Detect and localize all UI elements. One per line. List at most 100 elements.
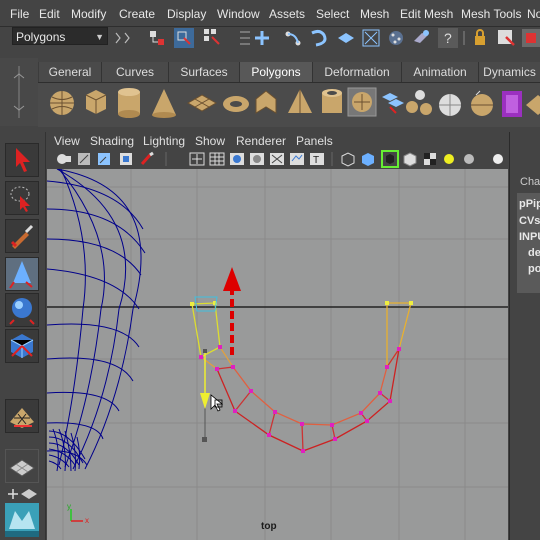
lasso-icon <box>240 31 250 45</box>
lasso-icon <box>10 186 30 212</box>
poly-tool-icon <box>10 408 34 428</box>
move-tool-button[interactable] <box>5 257 39 291</box>
menu-create[interactable]: Create <box>119 7 155 21</box>
menu-select[interactable]: Select <box>316 7 349 21</box>
shelf-tab-dynamics[interactable]: Dynamics <box>479 62 540 82</box>
xray-icon[interactable] <box>362 153 374 166</box>
sphere-wireframe[interactable] <box>47 169 146 470</box>
poly-helix-icon[interactable] <box>347 87 377 117</box>
textured-icon[interactable] <box>270 153 284 165</box>
poly-platonic-icon[interactable] <box>406 90 432 115</box>
poly-sphere-icon[interactable] <box>50 91 74 115</box>
screen-space-ao-icon[interactable] <box>464 154 474 164</box>
xray-joints-icon[interactable] <box>381 150 399 168</box>
shelf-tab-animation[interactable]: Animation <box>402 62 479 82</box>
layout-icon <box>9 459 35 477</box>
panel-menubar: View Shading Lighting Show Renderer Pane… <box>46 132 508 150</box>
poly-pyramid-icon[interactable] <box>288 89 312 113</box>
channel-box-node-name[interactable]: pPip <box>519 198 540 210</box>
shelf-tab-surfaces[interactable]: Surfaces <box>169 62 240 82</box>
wireframe-on-shaded-icon[interactable] <box>250 153 264 165</box>
wireframe-shading-icon[interactable] <box>189 152 205 166</box>
scale-tool-button[interactable] <box>5 329 39 363</box>
shadows-light-icon[interactable] <box>444 154 454 164</box>
shelf-tab-general[interactable]: General <box>39 62 102 82</box>
last-tool-button[interactable] <box>5 399 39 433</box>
sphere-pole-dense <box>48 428 86 472</box>
poly-cylinder-icon[interactable] <box>118 88 140 118</box>
channel-box-header[interactable]: Cha <box>520 176 540 188</box>
panel-menu-renderer[interactable]: Renderer <box>236 134 286 148</box>
channel-box-input-2[interactable]: po <box>528 263 540 275</box>
paint-select-tool-button[interactable] <box>5 219 39 253</box>
poly-super-shape-icon[interactable] <box>471 90 493 116</box>
menu-assets[interactable]: Assets <box>269 7 305 21</box>
use-lights-icon[interactable] <box>290 153 304 165</box>
bookmarks-icon[interactable] <box>98 153 110 165</box>
menu-window[interactable]: Window <box>217 7 260 21</box>
hud-text-icon[interactable]: T <box>310 153 324 166</box>
poly-prism-icon[interactable] <box>255 90 277 114</box>
poly-torus-icon[interactable] <box>223 96 249 112</box>
depth-of-field-icon[interactable] <box>493 154 503 164</box>
poly-disc-icon[interactable] <box>526 95 540 115</box>
history-icon <box>414 30 429 43</box>
camera-attributes-icon[interactable] <box>78 153 90 165</box>
shelf-collapse-icon[interactable] <box>0 58 38 126</box>
pipe-vertices[interactable] <box>190 301 413 453</box>
poly-plane-icon[interactable] <box>186 94 218 112</box>
menu-edit[interactable]: Edit <box>39 7 60 21</box>
snap-curve-icon <box>285 31 301 46</box>
menu-file[interactable]: File <box>10 7 29 21</box>
xray-active-components-icon[interactable] <box>403 152 417 167</box>
smooth-shade-icon[interactable] <box>230 153 244 165</box>
viewport-top[interactable]: y x top <box>47 169 508 540</box>
channel-box-inputs[interactable]: INPU <box>519 231 540 243</box>
status-line-icons: ? <box>115 28 540 48</box>
select-tool-button[interactable] <box>5 143 39 177</box>
channel-box-input-1[interactable]: de <box>528 247 540 259</box>
axis-gizmo-icon: y x <box>67 502 89 525</box>
select-hierarchy-icon <box>150 31 164 45</box>
menu-mesh-tools[interactable]: Mesh Tools <box>461 7 521 21</box>
render-checker-icon[interactable] <box>424 153 436 165</box>
rotate-tool-button[interactable] <box>5 293 39 327</box>
menu-set-dropdown[interactable]: Polygons ▼ <box>12 27 108 45</box>
menu-modify[interactable]: Modify <box>71 7 106 21</box>
poly-gear-icon[interactable] <box>439 94 461 116</box>
paint-brush-icon <box>10 224 34 249</box>
channel-box-cvs[interactable]: CVs <box>519 215 540 227</box>
panel-menu-shading[interactable]: Shading <box>90 134 134 148</box>
menu-edit-mesh[interactable]: Edit Mesh <box>400 7 453 21</box>
shelf-tab-deformation[interactable]: Deformation <box>313 62 402 82</box>
grid-toggle-icon[interactable] <box>209 152 225 166</box>
direction-arrow-icon <box>223 267 241 355</box>
layout-toggle-button[interactable] <box>5 486 39 502</box>
view-name-label: top <box>261 521 277 532</box>
snap-point-icon <box>311 29 327 47</box>
panel-menu-show[interactable]: Show <box>195 134 225 148</box>
menu-mesh[interactable]: Mesh <box>360 7 389 21</box>
grease-pencil-icon[interactable] <box>140 151 154 165</box>
make-live-icon <box>362 29 380 47</box>
pipe-wireframe[interactable] <box>191 302 412 452</box>
menu-display[interactable]: Display <box>167 7 206 21</box>
lock-icon <box>475 29 485 45</box>
shelf-tab-polygons[interactable]: Polygons <box>240 62 313 82</box>
poly-svg-icon[interactable] <box>502 91 522 117</box>
select-camera-icon[interactable] <box>57 154 71 164</box>
isolate-select-icon[interactable] <box>341 152 355 167</box>
lasso-tool-button[interactable] <box>5 181 39 215</box>
poly-cone-icon[interactable] <box>152 89 176 118</box>
layout-single-button[interactable] <box>5 449 39 483</box>
panel-menu-panels[interactable]: Panels <box>296 134 333 148</box>
panel-menu-view[interactable]: View <box>54 134 80 148</box>
menu-overflow[interactable]: No <box>527 7 540 21</box>
poly-cube-icon[interactable] <box>85 90 107 114</box>
panel-menu-lighting[interactable]: Lighting <box>143 134 185 148</box>
image-plane-icon[interactable] <box>120 153 132 165</box>
viewport-canvas[interactable]: y x <box>47 169 508 540</box>
poly-pipe-icon[interactable] <box>322 89 342 113</box>
poly-soccer-ball-icon[interactable] <box>382 93 404 114</box>
shelf-tab-curves[interactable]: Curves <box>102 62 169 82</box>
